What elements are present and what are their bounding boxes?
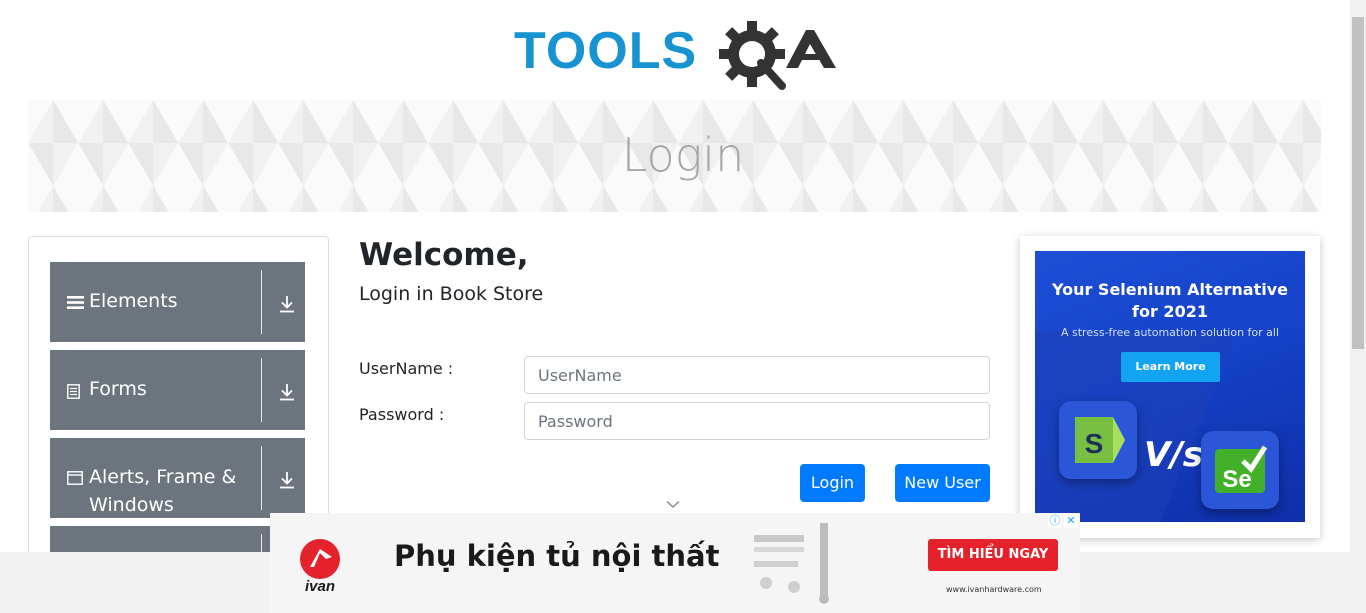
document-icon <box>67 384 80 399</box>
menu-group-alerts-frame-windows[interactable]: Alerts, Frame & Windows <box>50 438 305 518</box>
login-button[interactable]: Login <box>800 464 865 502</box>
ad-headline: Your Selenium Alternative for 2021 <box>1035 279 1305 323</box>
download-arrow-icon[interactable] <box>278 383 296 401</box>
bottom-ad-headline: Phụ kiện tủ nội thất <box>394 539 720 573</box>
username-input[interactable] <box>524 356 990 394</box>
side-ad-container: Your Selenium Alternative for 2021 A str… <box>1020 236 1320 538</box>
ad-learn-more-button[interactable]: Learn More <box>1121 352 1220 382</box>
password-input[interactable] <box>524 402 990 440</box>
window-icon <box>67 471 83 485</box>
svg-text:TOOLS: TOOLS <box>514 22 697 80</box>
svg-text:S: S <box>1085 428 1104 459</box>
ivan-brand-text: ivan <box>305 578 335 593</box>
welcome-heading: Welcome, <box>359 237 529 273</box>
menu-group-elements[interactable]: Elements <box>50 262 305 342</box>
ad-info-icon[interactable]: ⓘ <box>1048 514 1062 528</box>
chevron-down-icon[interactable] <box>666 500 680 509</box>
username-label: UserName : <box>359 359 454 378</box>
ad-choices: ⓘ ✕ <box>1048 514 1078 528</box>
menu-group-forms[interactable]: Forms <box>50 350 305 430</box>
scrollbar-thumb[interactable] <box>1352 17 1364 349</box>
download-arrow-icon[interactable] <box>278 471 296 489</box>
login-subtitle: Login in Book Store <box>359 283 544 305</box>
hardware-product-image <box>754 523 829 604</box>
side-ad[interactable]: Your Selenium Alternative for 2021 A str… <box>1035 251 1305 522</box>
page-title: Login <box>621 128 745 182</box>
selenium-logo-icon: Se <box>1201 431 1279 509</box>
ad-vs-text: V/s <box>1144 435 1203 475</box>
menu-group-label: Elements <box>89 290 178 312</box>
toolsqa-logo[interactable]: TOOLS <box>514 16 838 90</box>
password-label: Password : <box>359 405 445 424</box>
bottom-ad-url: www.ivanhardware.com <box>946 585 1042 594</box>
bottom-ad-cta-button[interactable]: TÌM HIỂU NGAY <box>928 539 1058 571</box>
ad-headline-line: Your Selenium Alternative <box>1051 280 1289 299</box>
ad-tagline: A stress-free automation solution for al… <box>1060 326 1280 339</box>
page: TOOLS Login Elements Forms Alerts, Frame… <box>0 0 1366 613</box>
download-arrow-icon[interactable] <box>278 295 296 313</box>
menu-group-label: Forms <box>89 378 147 400</box>
ad-close-icon[interactable]: ✕ <box>1064 514 1078 528</box>
bottom-ad[interactable]: ivan Phụ kiện tủ nội thất TÌM HIỂU NGAY … <box>270 513 1080 613</box>
hamburger-icon <box>67 296 84 309</box>
ad-headline-line: for 2021 <box>1132 302 1208 321</box>
menu-group-label: Alerts, Frame & Windows <box>89 466 237 516</box>
menu-divider <box>261 358 262 422</box>
menu-divider <box>261 270 262 334</box>
ivan-logo-icon: ivan <box>300 539 340 593</box>
testsigma-logo-icon: S <box>1059 401 1137 479</box>
new-user-button[interactable]: New User <box>895 464 990 502</box>
selenium-logo-text: Se <box>1222 466 1251 493</box>
menu-divider <box>261 446 262 510</box>
